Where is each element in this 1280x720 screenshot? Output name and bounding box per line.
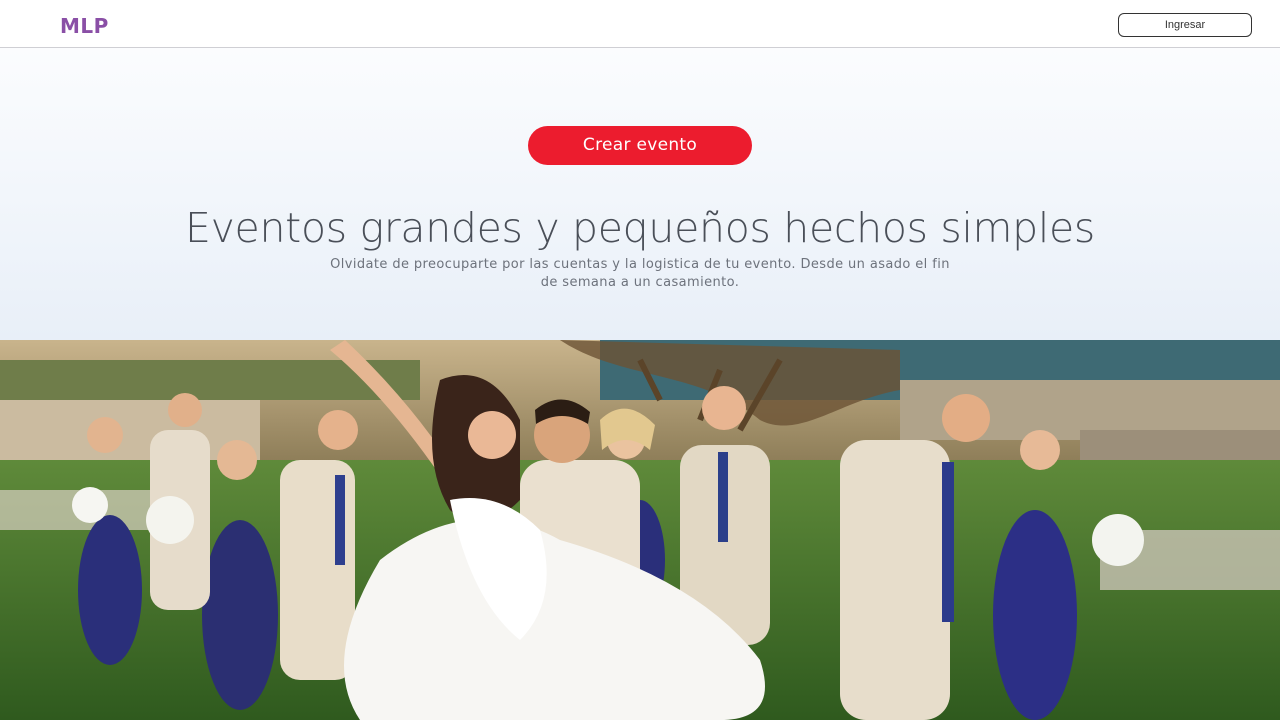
login-button[interactable]: Ingresar [1118, 13, 1252, 37]
hero-subheadline: Olvidate de preocuparte por las cuentas … [330, 257, 950, 290]
top-navbar: MLP Ingresar [0, 0, 1280, 48]
create-event-button[interactable]: Crear evento [528, 126, 752, 165]
hero-headline: Eventos grandes y pequeños hechos simple… [184, 204, 1095, 252]
wedding-party-image [0, 340, 1280, 720]
hero-wedding-photo [0, 340, 1280, 720]
brand-logo[interactable]: MLP [60, 14, 109, 38]
hero-section: Crear evento Eventos grandes y pequeños … [0, 48, 1280, 340]
